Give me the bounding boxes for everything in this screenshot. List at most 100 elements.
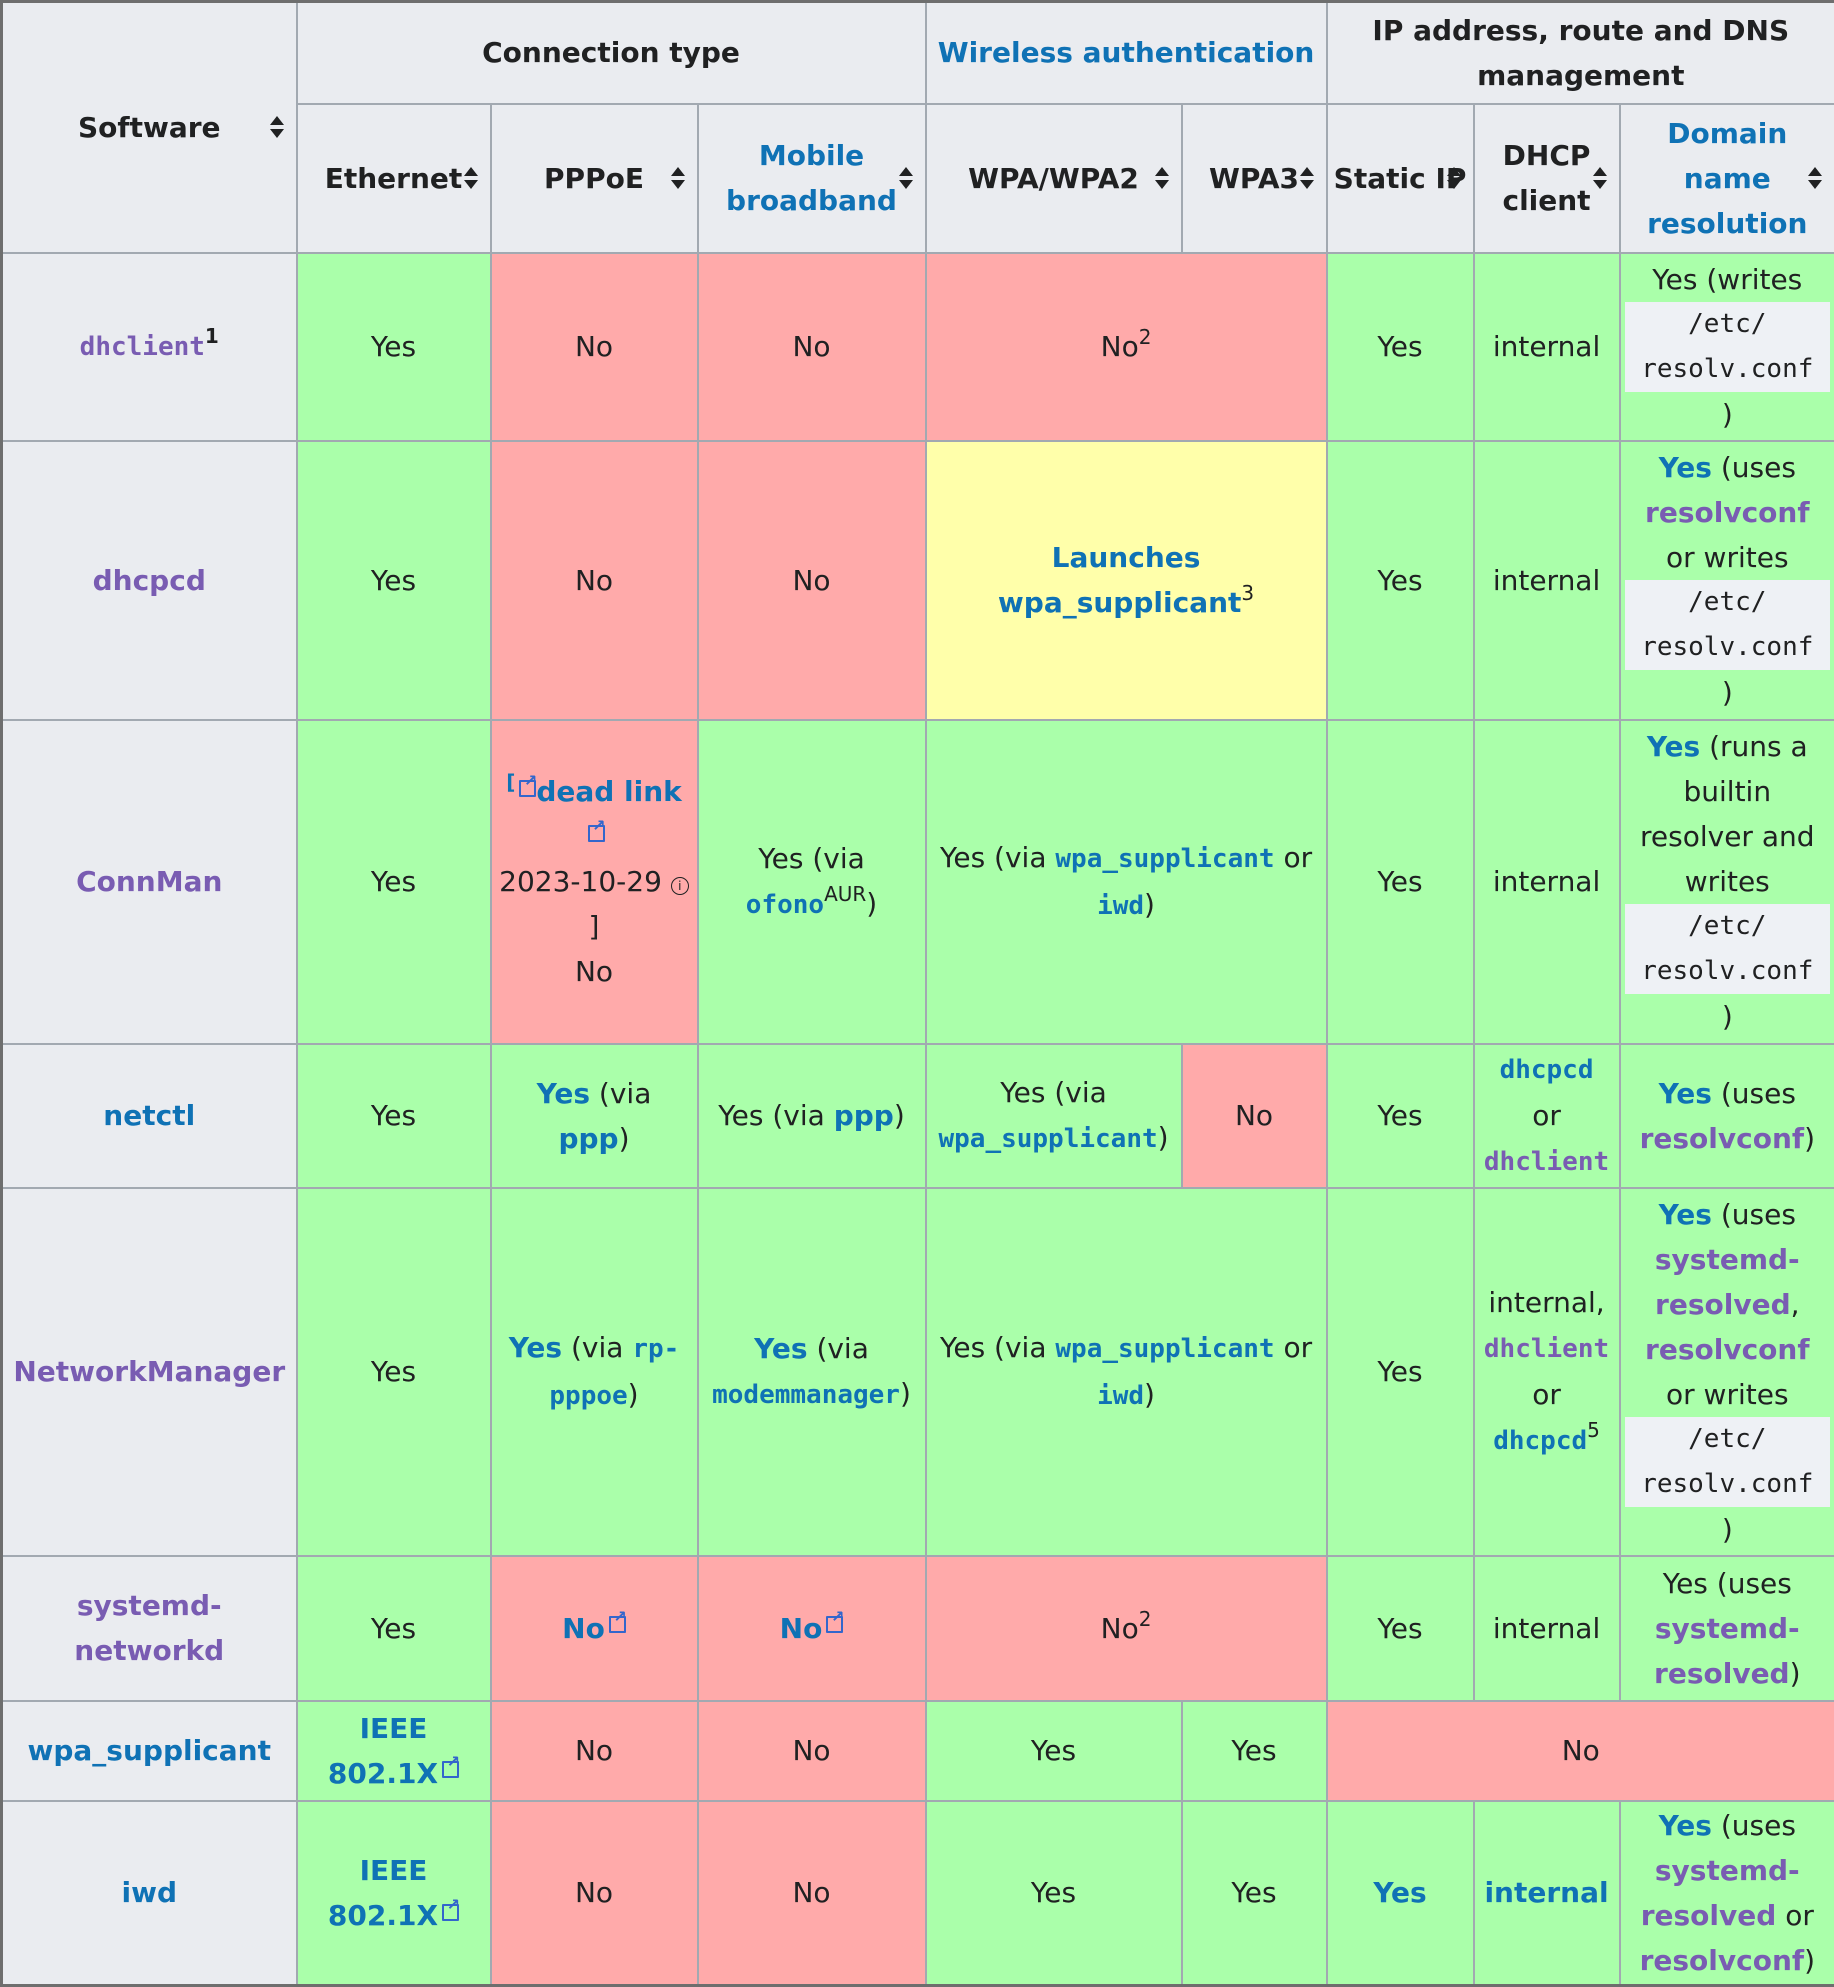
software-link[interactable]: dhcpcd <box>93 564 206 597</box>
domain-name-resolution-link[interactable]: Domain name resolution <box>1647 117 1807 240</box>
ethernet-cell: Yes <box>297 1044 491 1188</box>
footnote-ref[interactable]: 2 <box>1139 325 1152 349</box>
wireless-cell: Yes (via wpa_supplicant or iwd) <box>926 720 1327 1044</box>
cell-text: or <box>1532 1378 1561 1411</box>
dhclient-link[interactable]: dhclient <box>1484 1147 1609 1177</box>
dhcp-client-cell: internal <box>1474 1801 1620 1986</box>
wpa-supplicant-link[interactable]: wpa_supplicant <box>1055 1334 1274 1364</box>
wireless-authentication-link[interactable]: Wireless authentication <box>938 36 1315 69</box>
dns-text: (uses <box>1721 1077 1796 1110</box>
wpa-supplicant-link[interactable]: wpa_supplicant <box>938 1124 1157 1154</box>
column-header-dhcp-client[interactable]: DHCP client <box>1474 104 1620 253</box>
internal-link[interactable]: internal <box>1484 1876 1608 1909</box>
ieee-8021x-link[interactable]: IEEE 802.1X <box>328 1712 438 1790</box>
software-cell: dhcpcd <box>2 441 297 720</box>
column-header-pppoe[interactable]: PPPoE <box>491 104 698 253</box>
dhclient-link[interactable]: dhclient <box>1484 1334 1609 1364</box>
dns-text: (uses <box>1721 1198 1796 1231</box>
column-header-wpa-wpa2[interactable]: WPA/WPA2 <box>926 104 1182 253</box>
sort-icon[interactable] <box>464 167 478 189</box>
systemd-resolved-link[interactable]: systemd-resolved <box>1654 1612 1800 1690</box>
software-link[interactable]: iwd <box>121 1876 177 1909</box>
sort-icon[interactable] <box>671 167 685 189</box>
ieee-8021x-link[interactable]: IEEE 802.1X <box>328 1854 438 1932</box>
column-header-wpa3[interactable]: WPA3 <box>1182 104 1327 253</box>
dns-text: ) <box>1722 398 1733 431</box>
footnote-ref[interactable]: 5 <box>1587 1418 1600 1442</box>
cell-text: or <box>1283 1331 1312 1364</box>
launches-wpa-supplicant-link[interactable]: Launches wpa_supplicant <box>998 541 1242 619</box>
software-link[interactable]: wpa_supplicant <box>28 1734 272 1767</box>
ofono-link[interactable]: ofono <box>746 890 824 920</box>
ppp-link[interactable]: ppp <box>558 1122 618 1155</box>
resolvconf-link[interactable]: resolvconf <box>1645 496 1810 529</box>
yes-link[interactable]: Yes <box>1373 1876 1426 1909</box>
resolvconf-link[interactable]: resolvconf <box>1640 1122 1805 1155</box>
column-header-ethernet[interactable]: Ethernet <box>297 104 491 253</box>
dhcpcd-link[interactable]: dhcpcd <box>1493 1426 1587 1456</box>
dhcpcd-link[interactable]: dhcpcd <box>1500 1055 1594 1085</box>
yes-link[interactable]: Yes <box>1659 1809 1712 1842</box>
wireless-cell: No2 <box>926 253 1327 441</box>
wpa3-cell: Yes <box>1182 1801 1327 1986</box>
info-icon[interactable]: i <box>671 877 689 895</box>
resolvconf-link[interactable]: resolvconf <box>1645 1333 1810 1366</box>
iwd-link[interactable]: iwd <box>1097 1381 1144 1411</box>
cell-text: internal, <box>1488 1286 1604 1319</box>
dhcp-client-cell: internal <box>1474 1556 1620 1701</box>
table-row: netctl Yes Yes (via ppp) Yes (via ppp) Y… <box>2 1044 1834 1188</box>
yes-link[interactable]: Yes <box>537 1077 590 1110</box>
wireless-cell: Yes (via wpa_supplicant or iwd) <box>926 1188 1327 1556</box>
column-header-software[interactable]: Software <box>2 2 297 253</box>
footnote-ref[interactable]: 1 <box>205 324 219 348</box>
wireless-cell: No2 <box>926 1556 1327 1701</box>
ip-management-cell: No <box>1327 1701 1834 1801</box>
dead-link[interactable]: dead link <box>536 775 681 808</box>
yes-link[interactable]: Yes <box>509 1331 562 1364</box>
no-external-link[interactable]: No <box>562 1612 605 1645</box>
yes-link[interactable]: Yes <box>1659 451 1712 484</box>
column-header-static-ip[interactable]: Static IP <box>1327 104 1474 253</box>
iwd-link[interactable]: iwd <box>1097 891 1144 921</box>
systemd-resolved-link[interactable]: systemd-resolved <box>1655 1243 1800 1321</box>
aur-link[interactable]: AUR <box>824 882 866 906</box>
sort-icon[interactable] <box>1155 167 1169 189</box>
software-link[interactable]: dhclient <box>80 332 205 362</box>
sort-icon[interactable] <box>1593 167 1607 189</box>
footnote-ref[interactable]: 2 <box>1139 1607 1152 1631</box>
software-link[interactable]: NetworkManager <box>13 1355 285 1388</box>
sort-icon[interactable] <box>1300 167 1314 189</box>
network-managers-comparison-table: Software Connection type Wireless authen… <box>0 0 1834 1987</box>
yes-link[interactable]: Yes <box>754 1332 807 1365</box>
table-row: NetworkManager Yes Yes (via rp-pppoe) Ye… <box>2 1188 1834 1556</box>
mobile-broadband-link[interactable]: Mobile broadband <box>726 139 897 217</box>
dns-text: or writes <box>1666 1378 1789 1411</box>
dead-link-note: [dead link <box>506 775 682 853</box>
yes-link[interactable]: Yes <box>1659 1077 1712 1110</box>
column-header-domain-name-resolution[interactable]: Domain name resolution <box>1620 104 1834 253</box>
yes-link[interactable]: Yes <box>1647 730 1700 763</box>
dns-text: or writes <box>1666 541 1789 574</box>
software-link[interactable]: netctl <box>103 1099 195 1132</box>
yes-link[interactable]: Yes <box>1659 1198 1712 1231</box>
no-external-link[interactable]: No <box>780 1612 823 1645</box>
wpa3-cell: No <box>1182 1044 1327 1188</box>
modemmanager-link[interactable]: modemmanager <box>712 1380 900 1410</box>
sort-icon[interactable] <box>1808 167 1822 189</box>
software-link[interactable]: systemd-networkd <box>74 1589 224 1667</box>
table-row: iwd IEEE 802.1X No No Yes Yes Yes intern… <box>2 1801 1834 1986</box>
ppp-link[interactable]: ppp <box>834 1099 894 1132</box>
software-link[interactable]: ConnMan <box>76 865 222 898</box>
sort-icon[interactable] <box>899 167 913 189</box>
resolvconf-link[interactable]: resolvconf <box>1640 1944 1805 1977</box>
sort-icon[interactable] <box>270 116 284 138</box>
cell-text: ) <box>866 887 877 920</box>
systemd-resolved-link[interactable]: systemd-resolved <box>1641 1854 1800 1932</box>
column-header-mobile-broadband[interactable]: Mobile broadband <box>698 104 926 253</box>
dns-text: (uses <box>1721 451 1796 484</box>
wpa-supplicant-link[interactable]: wpa_supplicant <box>1055 844 1274 874</box>
footnote-ref[interactable]: 3 <box>1241 581 1254 605</box>
table-row: wpa_supplicant IEEE 802.1X No No Yes Yes… <box>2 1701 1834 1801</box>
cell-text: ) <box>900 1377 911 1410</box>
sort-icon[interactable] <box>1447 167 1461 189</box>
